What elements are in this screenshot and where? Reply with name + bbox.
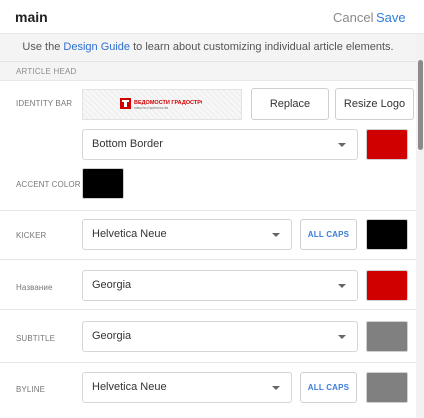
page-title: main (15, 9, 48, 25)
chevron-down-icon (338, 335, 346, 339)
chevron-down-icon (338, 284, 346, 288)
section-heading-article-head: ARTICLE HEAD (0, 62, 416, 81)
cancel-button[interactable]: Cancel (333, 10, 373, 25)
accent-color-swatch[interactable] (82, 168, 124, 199)
chevron-down-icon (338, 143, 346, 147)
modal-header: main Cancel Save (0, 0, 424, 34)
byline-font-value: Helvetica Neue (92, 381, 167, 393)
chevron-down-icon (272, 386, 280, 390)
kicker-label: KICKER (16, 231, 47, 240)
svg-text:новости строительства: новости строительства (134, 106, 168, 110)
accent-color-label: ACCENT COLOR (16, 180, 81, 189)
nazvanie-font-select[interactable]: Georgia (82, 270, 358, 301)
design-guide-link[interactable]: Design Guide (63, 41, 130, 53)
resize-logo-button[interactable]: Resize Logo (335, 88, 414, 120)
border-color-swatch[interactable] (366, 129, 408, 160)
border-style-value: Bottom Border (92, 138, 163, 150)
border-style-select[interactable]: Bottom Border (82, 129, 358, 160)
nazvanie-label: Название (16, 283, 53, 292)
kicker-font-value: Helvetica Neue (92, 228, 167, 240)
replace-logo-button[interactable]: Replace (251, 88, 329, 120)
divider (0, 362, 416, 363)
kicker-all-caps-toggle[interactable]: ALL CAPS (300, 219, 357, 250)
subtitle-color-swatch[interactable] (366, 321, 408, 352)
guide-suffix: to learn about customizing individual ar… (130, 41, 394, 53)
identity-bar-label: IDENTITY BAR (16, 99, 73, 108)
divider (0, 210, 416, 211)
subtitle-label: SUBTITLE (16, 334, 56, 343)
subtitle-font-value: Georgia (92, 330, 132, 342)
byline-font-select[interactable]: Helvetica Neue (82, 372, 292, 403)
divider (0, 309, 416, 310)
kicker-color-swatch[interactable] (366, 219, 408, 250)
byline-label: BYLINE (16, 385, 46, 394)
subtitle-font-select[interactable]: Georgia (82, 321, 358, 352)
chevron-down-icon (272, 233, 280, 237)
kicker-font-select[interactable]: Helvetica Neue (82, 219, 292, 250)
byline-color-swatch[interactable] (366, 372, 408, 403)
nazvanie-font-value: Georgia (92, 279, 132, 291)
byline-all-caps-toggle[interactable]: ALL CAPS (300, 372, 357, 403)
brand-logo-icon: ВЕДОМОСТИ ГРАДОСТРОИТЕЛЯ новости строите… (120, 98, 202, 110)
logo-preview: ВЕДОМОСТИ ГРАДОСТРОИТЕЛЯ новости строите… (82, 89, 242, 120)
nazvanie-color-swatch[interactable] (366, 270, 408, 301)
guide-prefix: Use the (22, 41, 64, 53)
design-guide-notice: Use the Design Guide to learn about cust… (0, 34, 416, 62)
scrollbar-thumb[interactable] (418, 60, 423, 150)
save-button[interactable]: Save (376, 10, 406, 25)
divider (0, 259, 416, 260)
